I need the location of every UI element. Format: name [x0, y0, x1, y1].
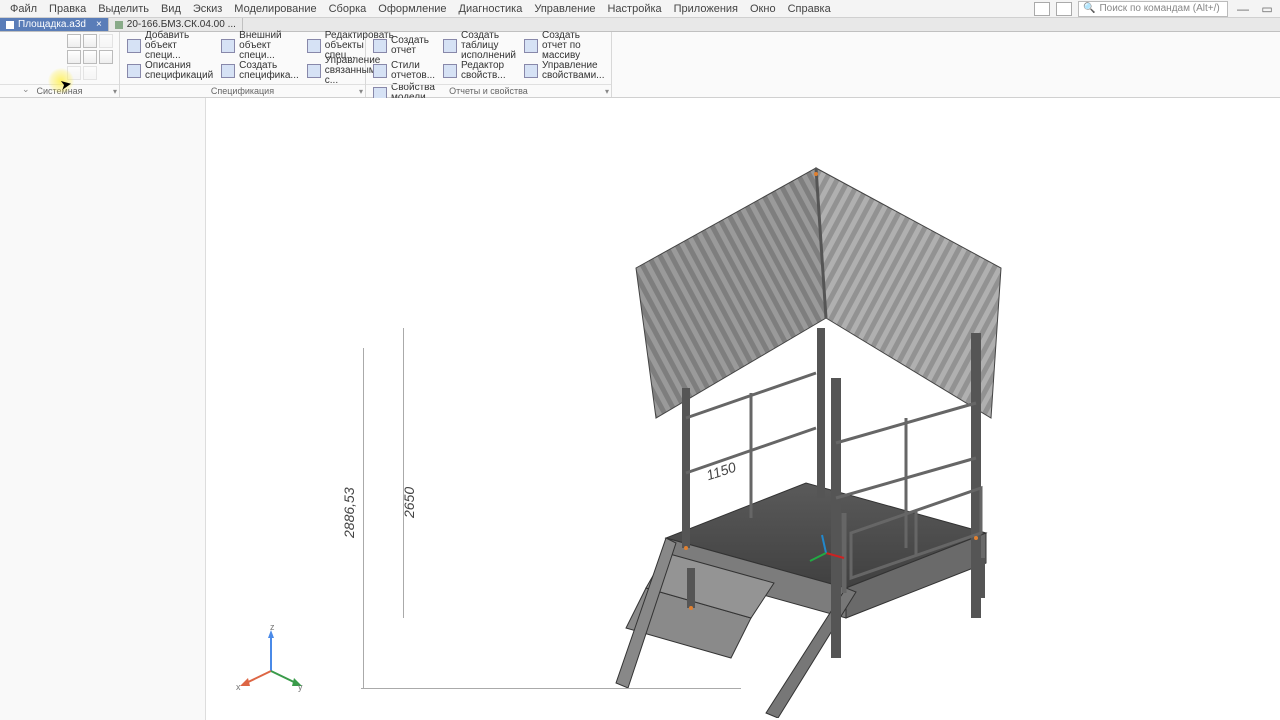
menu-diagnostics[interactable]: Диагностика [453, 2, 529, 16]
tab-active-label: Площадка.a3d [18, 19, 86, 30]
menu-select[interactable]: Выделить [92, 2, 155, 16]
btn-create-array-report[interactable]: Создать отчет по массиву [521, 34, 607, 58]
workspace: 2886,53 2650 1150 z x y [0, 98, 1280, 720]
menu-assembly[interactable]: Сборка [323, 2, 373, 16]
display-mode-2-icon[interactable] [1056, 2, 1072, 16]
menu-manage[interactable]: Управление [528, 2, 601, 16]
triad-x: x [236, 682, 241, 692]
side-panel[interactable] [0, 98, 206, 720]
assembly-icon [6, 21, 14, 29]
ribbon-group-reports: Создать отчет Стили отчетов... Свойства … [366, 32, 612, 97]
orientation-triad[interactable]: z x y [236, 626, 306, 696]
array-report-icon [524, 39, 538, 53]
create-report-icon [373, 39, 387, 53]
group-label-spec: Спецификация [120, 84, 365, 97]
manage-linked-icon [307, 64, 321, 78]
btn-create-report[interactable]: Создать отчет [370, 34, 438, 58]
menu-modeling[interactable]: Моделирование [228, 2, 322, 16]
open-file-icon[interactable] [83, 34, 97, 48]
menu-settings[interactable]: Настройка [601, 2, 667, 16]
dimension-height-total: 2886,53 [341, 487, 357, 538]
dimension-height-sub: 2650 [401, 487, 417, 518]
new-file-icon[interactable] [67, 34, 81, 48]
tab-close-button[interactable]: × [96, 19, 102, 30]
menu-view[interactable]: Вид [155, 2, 187, 16]
dim-extension-line-2 [403, 328, 404, 618]
group-caret-reports[interactable]: ▾ [605, 87, 609, 96]
group-caret-system[interactable]: ▾ [113, 87, 117, 96]
preview-icon[interactable] [83, 50, 97, 64]
properties-icon[interactable] [99, 50, 113, 64]
drawing-icon [115, 21, 123, 29]
ribbon-group-spec: Добавить объект специ... Описания специф… [120, 32, 366, 97]
descriptions-icon [127, 64, 141, 78]
btn-add-spec-object[interactable]: Добавить объект специ... [124, 34, 216, 58]
window-minimize-button[interactable]: — [1234, 2, 1252, 16]
external-object-icon [221, 39, 235, 53]
report-styles-icon [373, 64, 387, 78]
prop-editor-icon [443, 64, 457, 78]
window-maximize-button[interactable]: ▭ [1258, 2, 1276, 16]
dim-extension-line-1 [363, 348, 364, 688]
display-mode-1-icon[interactable] [1034, 2, 1050, 16]
btn-report-styles[interactable]: Стили отчетов... [370, 59, 438, 83]
add-object-icon [127, 39, 141, 53]
menu-bar: Файл Правка Выделить Вид Эскиз Моделиров… [0, 0, 1280, 18]
group-caret-spec[interactable]: ▾ [359, 87, 363, 96]
print-icon[interactable] [67, 50, 81, 64]
undo-icon[interactable] [67, 66, 81, 80]
exec-table-icon [443, 39, 457, 53]
edit-objects-icon [307, 39, 321, 53]
menu-edit[interactable]: Правка [43, 2, 92, 16]
btn-create-spec[interactable]: Создать специфика... [218, 59, 302, 83]
btn-create-exec-table[interactable]: Создать таблицу исполнений [440, 34, 519, 58]
btn-prop-manage[interactable]: Управление свойствами... [521, 59, 607, 83]
menu-apps[interactable]: Приложения [668, 2, 744, 16]
ribbon-group-system: ⌄ Системная ▾ [0, 32, 120, 97]
menu-file[interactable]: Файл [4, 2, 43, 16]
redo-icon[interactable] [83, 66, 97, 80]
btn-spec-descriptions[interactable]: Описания спецификаций [124, 59, 216, 83]
tab-inactive-label: 20-166.БМ3.СК.04.00 ... [127, 19, 236, 30]
document-tabs: Площадка.a3d × 20-166.БМ3.СК.04.00 ... [0, 18, 1280, 32]
group-label-reports: Отчеты и свойства [366, 84, 611, 97]
menu-window[interactable]: Окно [744, 2, 782, 16]
menu-formatting[interactable]: Оформление [372, 2, 452, 16]
menu-sketch[interactable]: Эскиз [187, 2, 228, 16]
search-placeholder: Поиск по командам (Alt+/) [1099, 3, 1219, 14]
triad-z: z [270, 622, 275, 632]
create-spec-icon [221, 64, 235, 78]
prop-manage-icon [524, 64, 538, 78]
btn-prop-editor[interactable]: Редактор свойств... [440, 59, 519, 83]
group-label-system: Системная [0, 84, 119, 97]
dim-base-line [361, 688, 741, 689]
ribbon-toolbar: ⌄ Системная ▾ Добавить объект специ... О… [0, 32, 1280, 98]
btn-external-spec-object[interactable]: Внешний объект специ... [218, 34, 302, 58]
menu-help[interactable]: Справка [782, 2, 837, 16]
tab-active[interactable]: Площадка.a3d × [0, 18, 109, 31]
save-file-icon[interactable] [99, 34, 113, 48]
model-render [516, 118, 1056, 718]
command-search-input[interactable]: 🔍 Поиск по командам (Alt+/) [1078, 1, 1228, 17]
model-viewport[interactable]: 2886,53 2650 1150 [206, 98, 1280, 720]
triad-y: y [298, 682, 303, 692]
